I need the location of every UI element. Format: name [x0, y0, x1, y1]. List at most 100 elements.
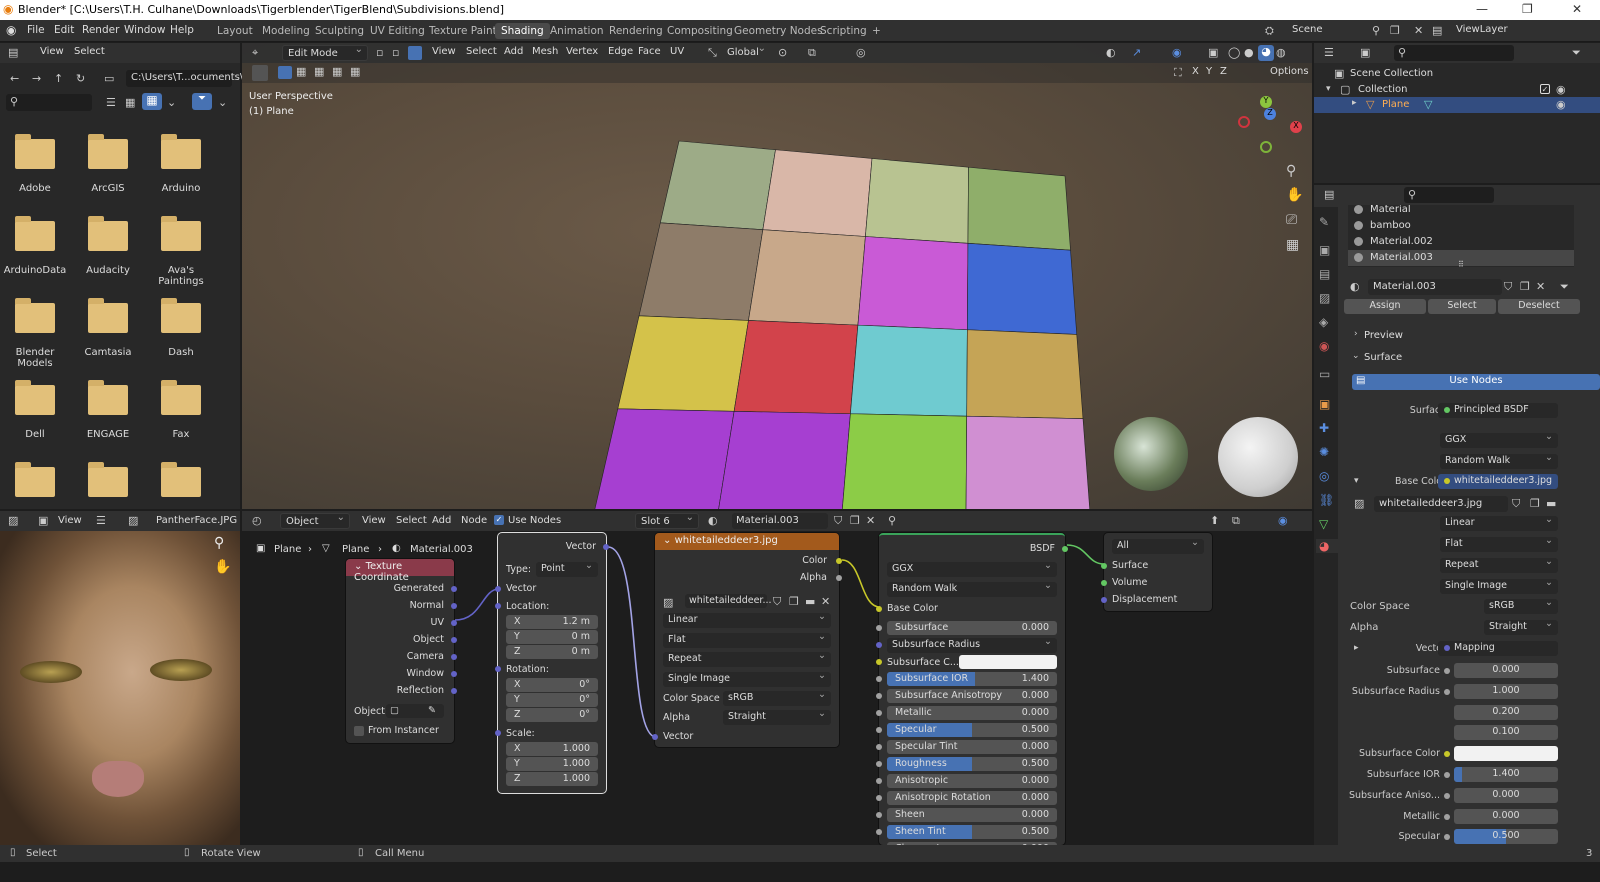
folder-item[interactable]: Arduino: [146, 134, 216, 219]
outliner-row-plane[interactable]: ▸ ▽ Plane ▽ ◉: [1314, 97, 1600, 113]
expand-arrow-icon[interactable]: ▾: [1326, 84, 1331, 94]
duplicate-image-icon[interactable]: ❐: [1530, 497, 1540, 510]
node-mapping[interactable]: Vector Type: Point Vector Location: X 1.2…: [495, 533, 609, 793]
tab-scripting[interactable]: Scripting: [814, 23, 873, 39]
bsdf-input-socket[interactable]: [876, 744, 882, 750]
fb-view-menu[interactable]: View: [40, 46, 64, 57]
editor-type-icon[interactable]: ▤: [8, 46, 18, 59]
bsdf-input-socket[interactable]: [876, 761, 882, 767]
visibility-eye-icon[interactable]: ◉: [1556, 98, 1566, 111]
expand-arrow-icon[interactable]: ▸: [1352, 98, 1357, 108]
horizontal-list-icon[interactable]: ▦: [125, 96, 135, 109]
folder-item[interactable]: Ava's Paintings: [146, 216, 216, 301]
bsdf-field[interactable]: Sheen 0.000: [887, 808, 1057, 822]
list-resize-handle[interactable]: ⠿: [1458, 260, 1464, 269]
pan-hand-icon[interactable]: ✋: [1286, 187, 1303, 203]
outliner-search-input[interactable]: ⚲: [1394, 45, 1514, 61]
ie-view-menu[interactable]: View: [58, 515, 82, 526]
property-socket-icon[interactable]: [1444, 668, 1450, 674]
material-slot-row[interactable]: Material: [1348, 205, 1574, 218]
assign-button[interactable]: Assign: [1344, 299, 1426, 314]
camera-view-icon[interactable]: ⎚: [1286, 212, 1297, 228]
material-slot-row[interactable]: bamboo: [1348, 218, 1574, 234]
location-y-field[interactable]: Y 0 m: [506, 630, 598, 644]
new-scene-icon[interactable]: ❐: [1390, 24, 1400, 37]
color-space-dropdown[interactable]: sRGB: [1484, 597, 1558, 614]
bsdf-field[interactable]: Specular Tint 0.000: [887, 740, 1057, 754]
menu-render[interactable]: Render: [82, 24, 119, 36]
rotation-z-field[interactable]: Z 0°: [506, 708, 598, 722]
material-browse-icon[interactable]: ◐: [1350, 280, 1360, 293]
alpha-mode-dropdown[interactable]: Straight: [1484, 618, 1558, 635]
panel-collapsed-arrow-icon[interactable]: ›: [1354, 329, 1358, 339]
bsdf-field[interactable]: Subsurface 0.000: [887, 621, 1057, 635]
projection-dropdown[interactable]: Flat: [1440, 535, 1558, 552]
interpolation-dropdown[interactable]: Linear: [663, 611, 831, 628]
fake-user-icon[interactable]: ⛉: [773, 595, 781, 609]
bsdf-input-socket[interactable]: [876, 727, 882, 733]
tab-animation[interactable]: Animation: [544, 23, 610, 39]
object-tab-icon[interactable]: ▣: [1319, 397, 1330, 411]
collapse-arrow-icon[interactable]: ⌄: [663, 535, 671, 546]
editor-type-icon[interactable]: ▨: [8, 514, 18, 527]
panel-expanded-arrow-icon[interactable]: ⌄: [1352, 351, 1360, 361]
tab-texture-paint[interactable]: Texture Paint: [423, 23, 503, 39]
new-folder-icon[interactable]: ▭: [104, 72, 114, 85]
vector-field[interactable]: Mapping: [1438, 641, 1558, 656]
surface-panel-header[interactable]: Surface: [1364, 352, 1402, 363]
plane-face-tile[interactable]: [748, 229, 866, 326]
plane-face-tile[interactable]: [967, 242, 1078, 335]
image-browse-icon[interactable]: ▨: [663, 596, 673, 609]
property-field[interactable]: 0.000: [1454, 663, 1558, 678]
bsdf-input-socket[interactable]: [876, 676, 882, 682]
menu-file[interactable]: File: [27, 24, 45, 36]
socket-base-color[interactable]: [876, 606, 882, 612]
folder-item[interactable]: ENGAGE: [73, 380, 143, 465]
plane-face-tile[interactable]: [638, 222, 764, 321]
subsurface-color-swatch[interactable]: [959, 655, 1057, 669]
bsdf-input-socket[interactable]: [876, 829, 882, 835]
plane-face-tile[interactable]: [857, 236, 969, 331]
navigation-gizmo[interactable]: Y Z X: [1236, 93, 1302, 157]
alpha-mode-dropdown[interactable]: Straight: [723, 708, 831, 725]
bsdf-field[interactable]: Specular 0.500: [887, 723, 1057, 737]
property-field[interactable]: 1.000: [1454, 683, 1558, 699]
gizmo-neg-y[interactable]: [1260, 141, 1272, 153]
plane-face-tile[interactable]: [617, 315, 749, 412]
filter-dropdown-icon[interactable]: ⌄: [218, 96, 227, 109]
add-workspace-button[interactable]: +: [866, 23, 887, 39]
property-field[interactable]: 0.000: [1454, 787, 1558, 803]
folder-item[interactable]: ArduinoData: [0, 216, 70, 301]
bsdf-input-socket[interactable]: [876, 812, 882, 818]
property-field[interactable]: 0.100: [1454, 725, 1558, 741]
view-layer-tab-icon[interactable]: ▨: [1319, 291, 1330, 305]
render-tab-icon[interactable]: ▣: [1319, 243, 1330, 257]
bsdf-input-socket[interactable]: [876, 693, 882, 699]
folder-item[interactable]: ArcGIS: [73, 134, 143, 219]
refresh-icon[interactable]: ↻: [76, 72, 85, 85]
material-slot-row[interactable]: Material.002: [1348, 234, 1574, 250]
folder-item[interactable]: Audacity: [73, 216, 143, 301]
folder-item[interactable]: Adobe: [0, 134, 70, 219]
fake-user-icon[interactable]: ⛉: [1512, 497, 1520, 511]
unlink-material-icon[interactable]: ✕: [1536, 280, 1545, 293]
folder-item[interactable]: Dell: [0, 380, 70, 465]
minimize-icon[interactable]: —: [1476, 2, 1488, 16]
editor-type-icon[interactable]: ☰: [1324, 46, 1334, 59]
socket-object-out[interactable]: [451, 637, 457, 643]
fake-user-icon[interactable]: ⛉: [1504, 280, 1512, 294]
path-field[interactable]: C:\Users\T...ocuments\: [126, 70, 243, 87]
socket-normal-out[interactable]: [451, 603, 457, 609]
plane-face-tile[interactable]: [967, 166, 1071, 251]
socket-bsdf-out[interactable]: [1062, 546, 1068, 552]
collapse-arrow-icon[interactable]: ⌄: [354, 561, 362, 572]
scale-z-field[interactable]: Z 1.000: [506, 772, 598, 786]
node-texture-coordinate[interactable]: ⌄ Texture Coordinate Generated Normal UV Ob…: [346, 559, 457, 743]
plane-face-tile[interactable]: [865, 158, 969, 244]
duplicate-image-icon[interactable]: ❐: [789, 595, 799, 608]
source-dropdown[interactable]: Single Image: [1440, 577, 1558, 594]
bsdf-input-socket[interactable]: [876, 659, 882, 665]
world-tab-icon[interactable]: ◉: [1319, 339, 1329, 353]
pin-icon[interactable]: ⚲: [1372, 24, 1380, 37]
folder-item[interactable]: Blender Models: [0, 298, 70, 383]
